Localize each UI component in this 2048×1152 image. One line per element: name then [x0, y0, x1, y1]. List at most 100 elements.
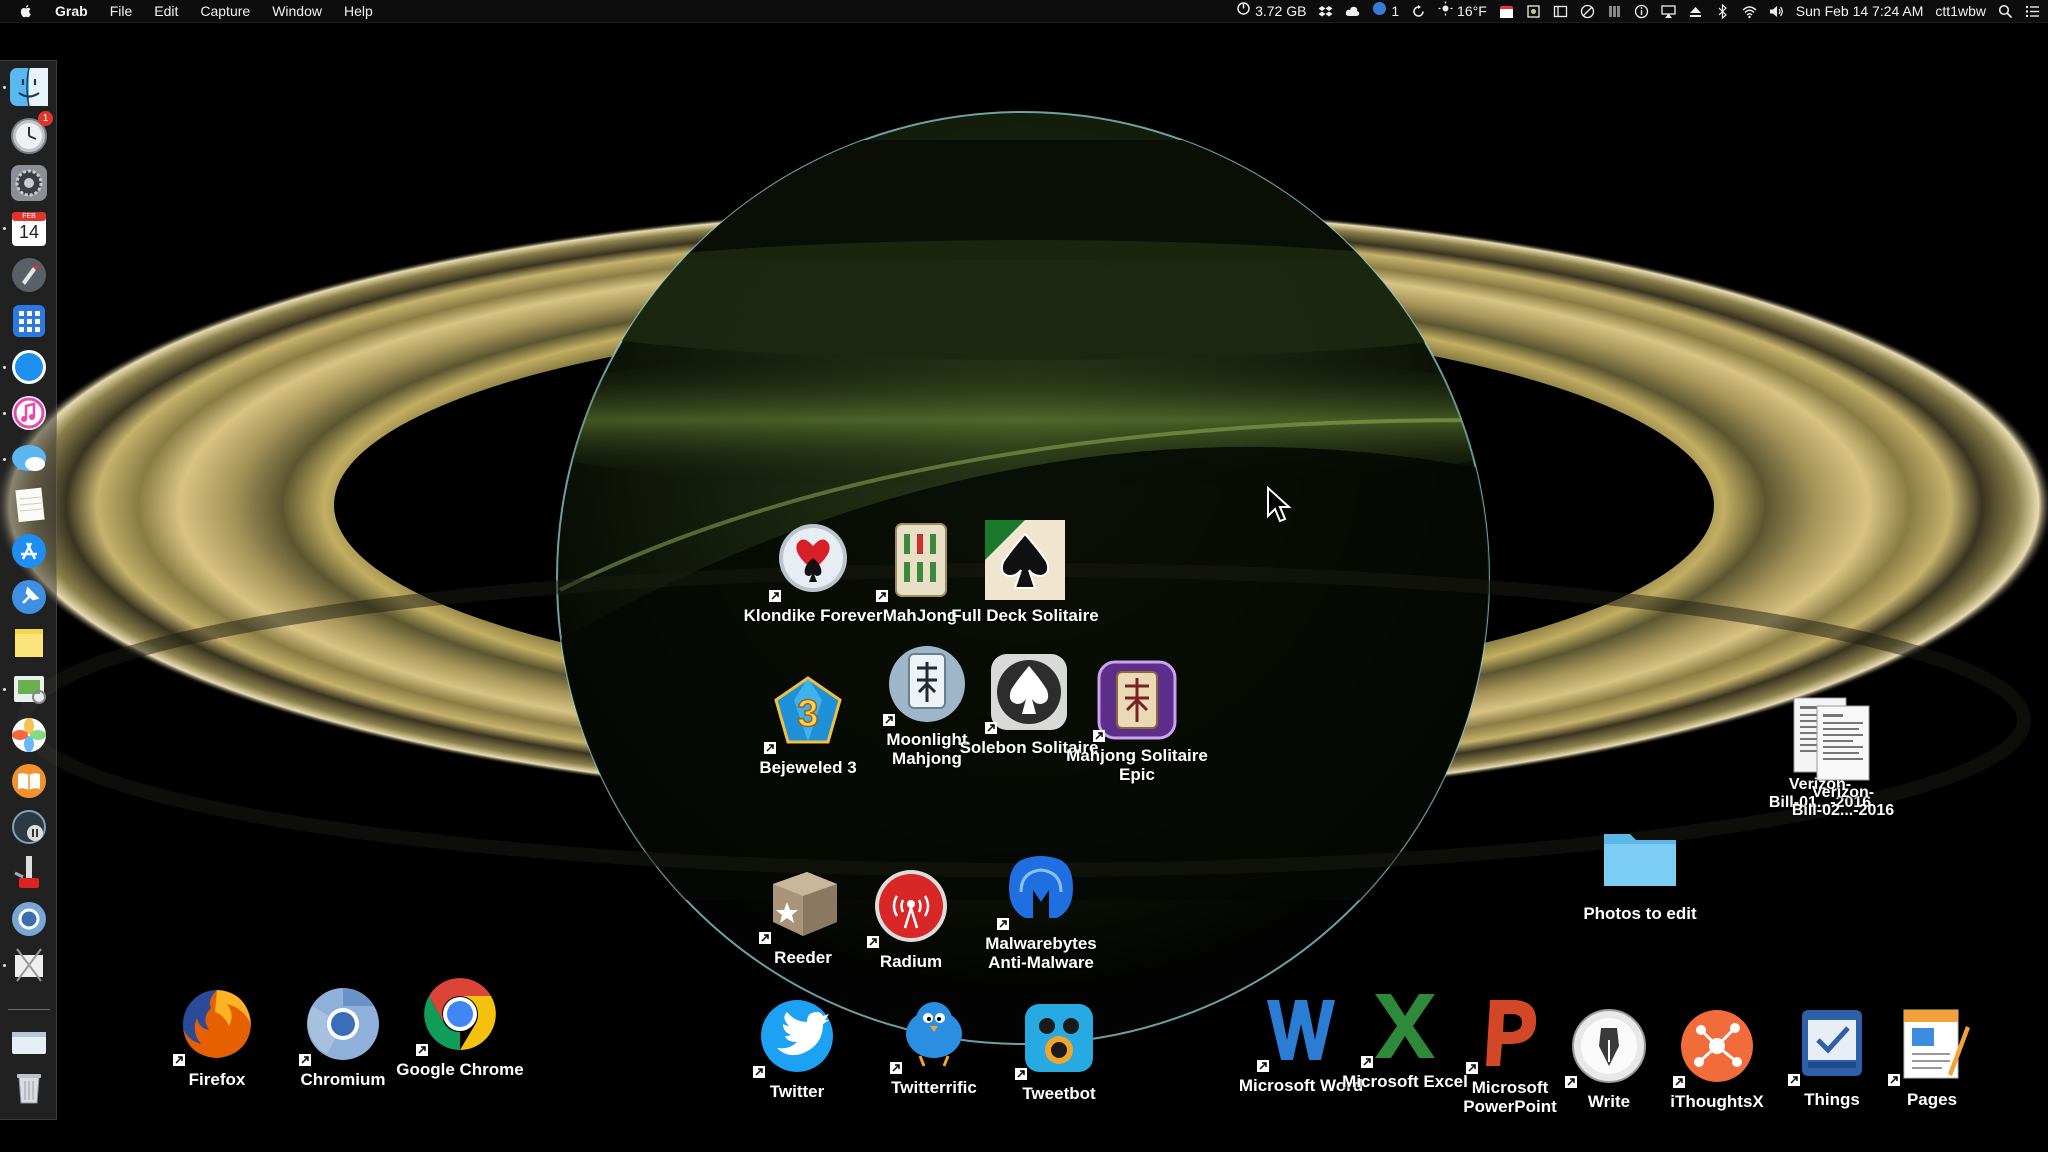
klondike-forever-icon	[779, 524, 847, 592]
notes-icon[interactable]	[9, 485, 49, 525]
dropbox-icon[interactable]	[1318, 4, 1333, 19]
brightness-icon[interactable]	[1526, 4, 1541, 19]
ithoughtsx-icon	[1681, 1010, 1753, 1082]
memory-value: 3.72 GB	[1255, 3, 1307, 19]
memory-status[interactable]: 3.72 GB	[1236, 0, 1306, 22]
clock-badge: 1	[38, 111, 53, 126]
photos-to-edit-label: Photos to edit	[1583, 904, 1697, 923]
utility-icon[interactable]	[9, 853, 49, 893]
pages-icon	[1903, 1009, 1970, 1079]
apple-menu-icon[interactable]	[18, 3, 34, 19]
twitter-label: Twitter	[769, 1082, 825, 1101]
preview-icon[interactable]	[9, 669, 49, 709]
menu-edit[interactable]: Edit	[143, 0, 189, 22]
verizon-bill-02-label-1: Verizon-	[1811, 784, 1875, 801]
malwarebytes[interactable]: Malwarebytes Anti-Malware	[966, 848, 1116, 972]
twitter[interactable]: Twitter	[722, 996, 872, 1101]
system-preferences-icon[interactable]	[9, 163, 49, 203]
alias-arrow-icon	[890, 1062, 902, 1074]
menu-app-name[interactable]: Grab	[44, 0, 99, 22]
mahjong-solitaire-epic-label: Mahjong Solitaire Epic	[1066, 746, 1208, 784]
spotlight-search-icon[interactable]	[1998, 4, 2013, 19]
finder-icon[interactable]	[9, 67, 49, 107]
calendar-icon[interactable]: FEB 14	[9, 209, 49, 249]
sync-icon[interactable]	[1411, 4, 1426, 19]
calendar-running-indicator	[3, 227, 6, 230]
messages-icon[interactable]	[9, 439, 49, 479]
reeder-icon	[773, 872, 837, 936]
time-machine-icon[interactable]	[9, 807, 49, 847]
malwarebytes-label: Malwarebytes Anti-Malware	[985, 934, 1097, 972]
alias-arrow-icon	[1466, 1062, 1478, 1074]
pdf-document-icon	[1816, 705, 1870, 781]
pages-label: Pages	[1906, 1090, 1958, 1109]
alias-arrow-icon	[867, 936, 879, 948]
google-chrome[interactable]: Google Chrome	[385, 974, 535, 1079]
mail-window-icon[interactable]	[9, 1023, 49, 1063]
clock-badge-count: 1	[42, 113, 49, 124]
mahjong-solitaire-epic[interactable]: Mahjong Solitaire Epic	[1062, 660, 1212, 784]
stickies-icon[interactable]	[9, 623, 49, 663]
alias-arrow-icon	[1257, 1060, 1269, 1072]
clock-datetime[interactable]: Sun Feb 14 7:24 AM	[1796, 0, 1924, 22]
safari-icon[interactable]	[9, 347, 49, 387]
verizon-bill-02-file[interactable]: Verizon- Bill-02...-2016	[1773, 704, 1913, 820]
chromium-dock-icon[interactable]	[9, 899, 49, 939]
fantastical-icon[interactable]	[1499, 4, 1514, 19]
alias-arrow-icon	[876, 590, 888, 602]
calendar-month: FEB	[22, 213, 36, 220]
notification-center-icon[interactable]	[2025, 4, 2040, 19]
chromium-icon	[307, 988, 379, 1060]
bejeweled-3-icon: 3	[774, 676, 842, 744]
verizon-bill-02-label-2: Bill-02...-2016	[1791, 802, 1895, 819]
airplay-icon[interactable]	[1661, 4, 1676, 19]
twitterrific-icon	[906, 1002, 962, 1067]
photos-icon[interactable]	[9, 715, 49, 755]
ibooks-icon[interactable]	[9, 761, 49, 801]
alias-arrow-icon	[1788, 1074, 1800, 1086]
clock-icon[interactable]: 1	[9, 111, 53, 155]
google-chrome-icon	[424, 978, 496, 1050]
trash-icon[interactable]	[9, 1067, 49, 1107]
info-icon[interactable]	[1634, 4, 1649, 19]
cloud-icon[interactable]	[1345, 4, 1360, 19]
app-store-icon[interactable]	[9, 531, 49, 571]
user-name[interactable]: ctt1wbw	[1935, 0, 1986, 22]
menu-window[interactable]: Window	[261, 0, 333, 22]
alias-arrow-icon	[1565, 1076, 1577, 1088]
disable-icon[interactable]	[1580, 4, 1595, 19]
radium[interactable]: Radium	[836, 866, 986, 971]
google-chrome-label: Google Chrome	[396, 1060, 524, 1079]
mouse-pointer-icon	[1267, 486, 1292, 523]
notification-count: 1	[1391, 3, 1400, 19]
alias-arrow-icon	[1015, 1068, 1027, 1080]
photos-to-edit-folder[interactable]: Photos to edit	[1565, 818, 1715, 923]
menu-file[interactable]: File	[99, 0, 144, 22]
notification-status[interactable]: 1	[1372, 0, 1399, 22]
volume-icon[interactable]	[1769, 4, 1784, 19]
alias-arrow-icon	[997, 918, 1009, 930]
radium-icon	[875, 870, 947, 942]
bluetooth-icon[interactable]	[1715, 3, 1730, 19]
window-icon[interactable]	[1553, 4, 1568, 19]
full-deck-solitaire[interactable]: Full Deck Solitaire	[950, 520, 1100, 625]
launchpad-icon[interactable]	[9, 255, 49, 295]
weather-status[interactable]: 16°F	[1438, 0, 1487, 22]
alias-arrow-icon	[759, 932, 771, 944]
folder-icon	[1604, 834, 1676, 886]
eject-icon[interactable]	[1688, 4, 1703, 19]
menu-help[interactable]: Help	[333, 0, 384, 22]
safari-running-indicator	[3, 366, 6, 369]
itunes-icon[interactable]	[9, 393, 49, 433]
svg-text:3: 3	[797, 693, 818, 735]
pages[interactable]: Pages	[1857, 1004, 2007, 1109]
menu-bar: Grab File Edit Capture Window Help 3.72 …	[0, 0, 2048, 23]
menu-capture[interactable]: Capture	[189, 0, 261, 22]
columns-icon[interactable]	[1607, 4, 1622, 19]
dashboard-icon[interactable]	[9, 301, 49, 341]
mahjong-solitaire-epic-icon	[1097, 660, 1177, 740]
screenshot-icon[interactable]	[9, 945, 49, 985]
wifi-icon[interactable]	[1742, 4, 1757, 19]
pin-icon[interactable]	[9, 577, 49, 617]
tweetbot[interactable]: Tweetbot	[984, 998, 1134, 1103]
